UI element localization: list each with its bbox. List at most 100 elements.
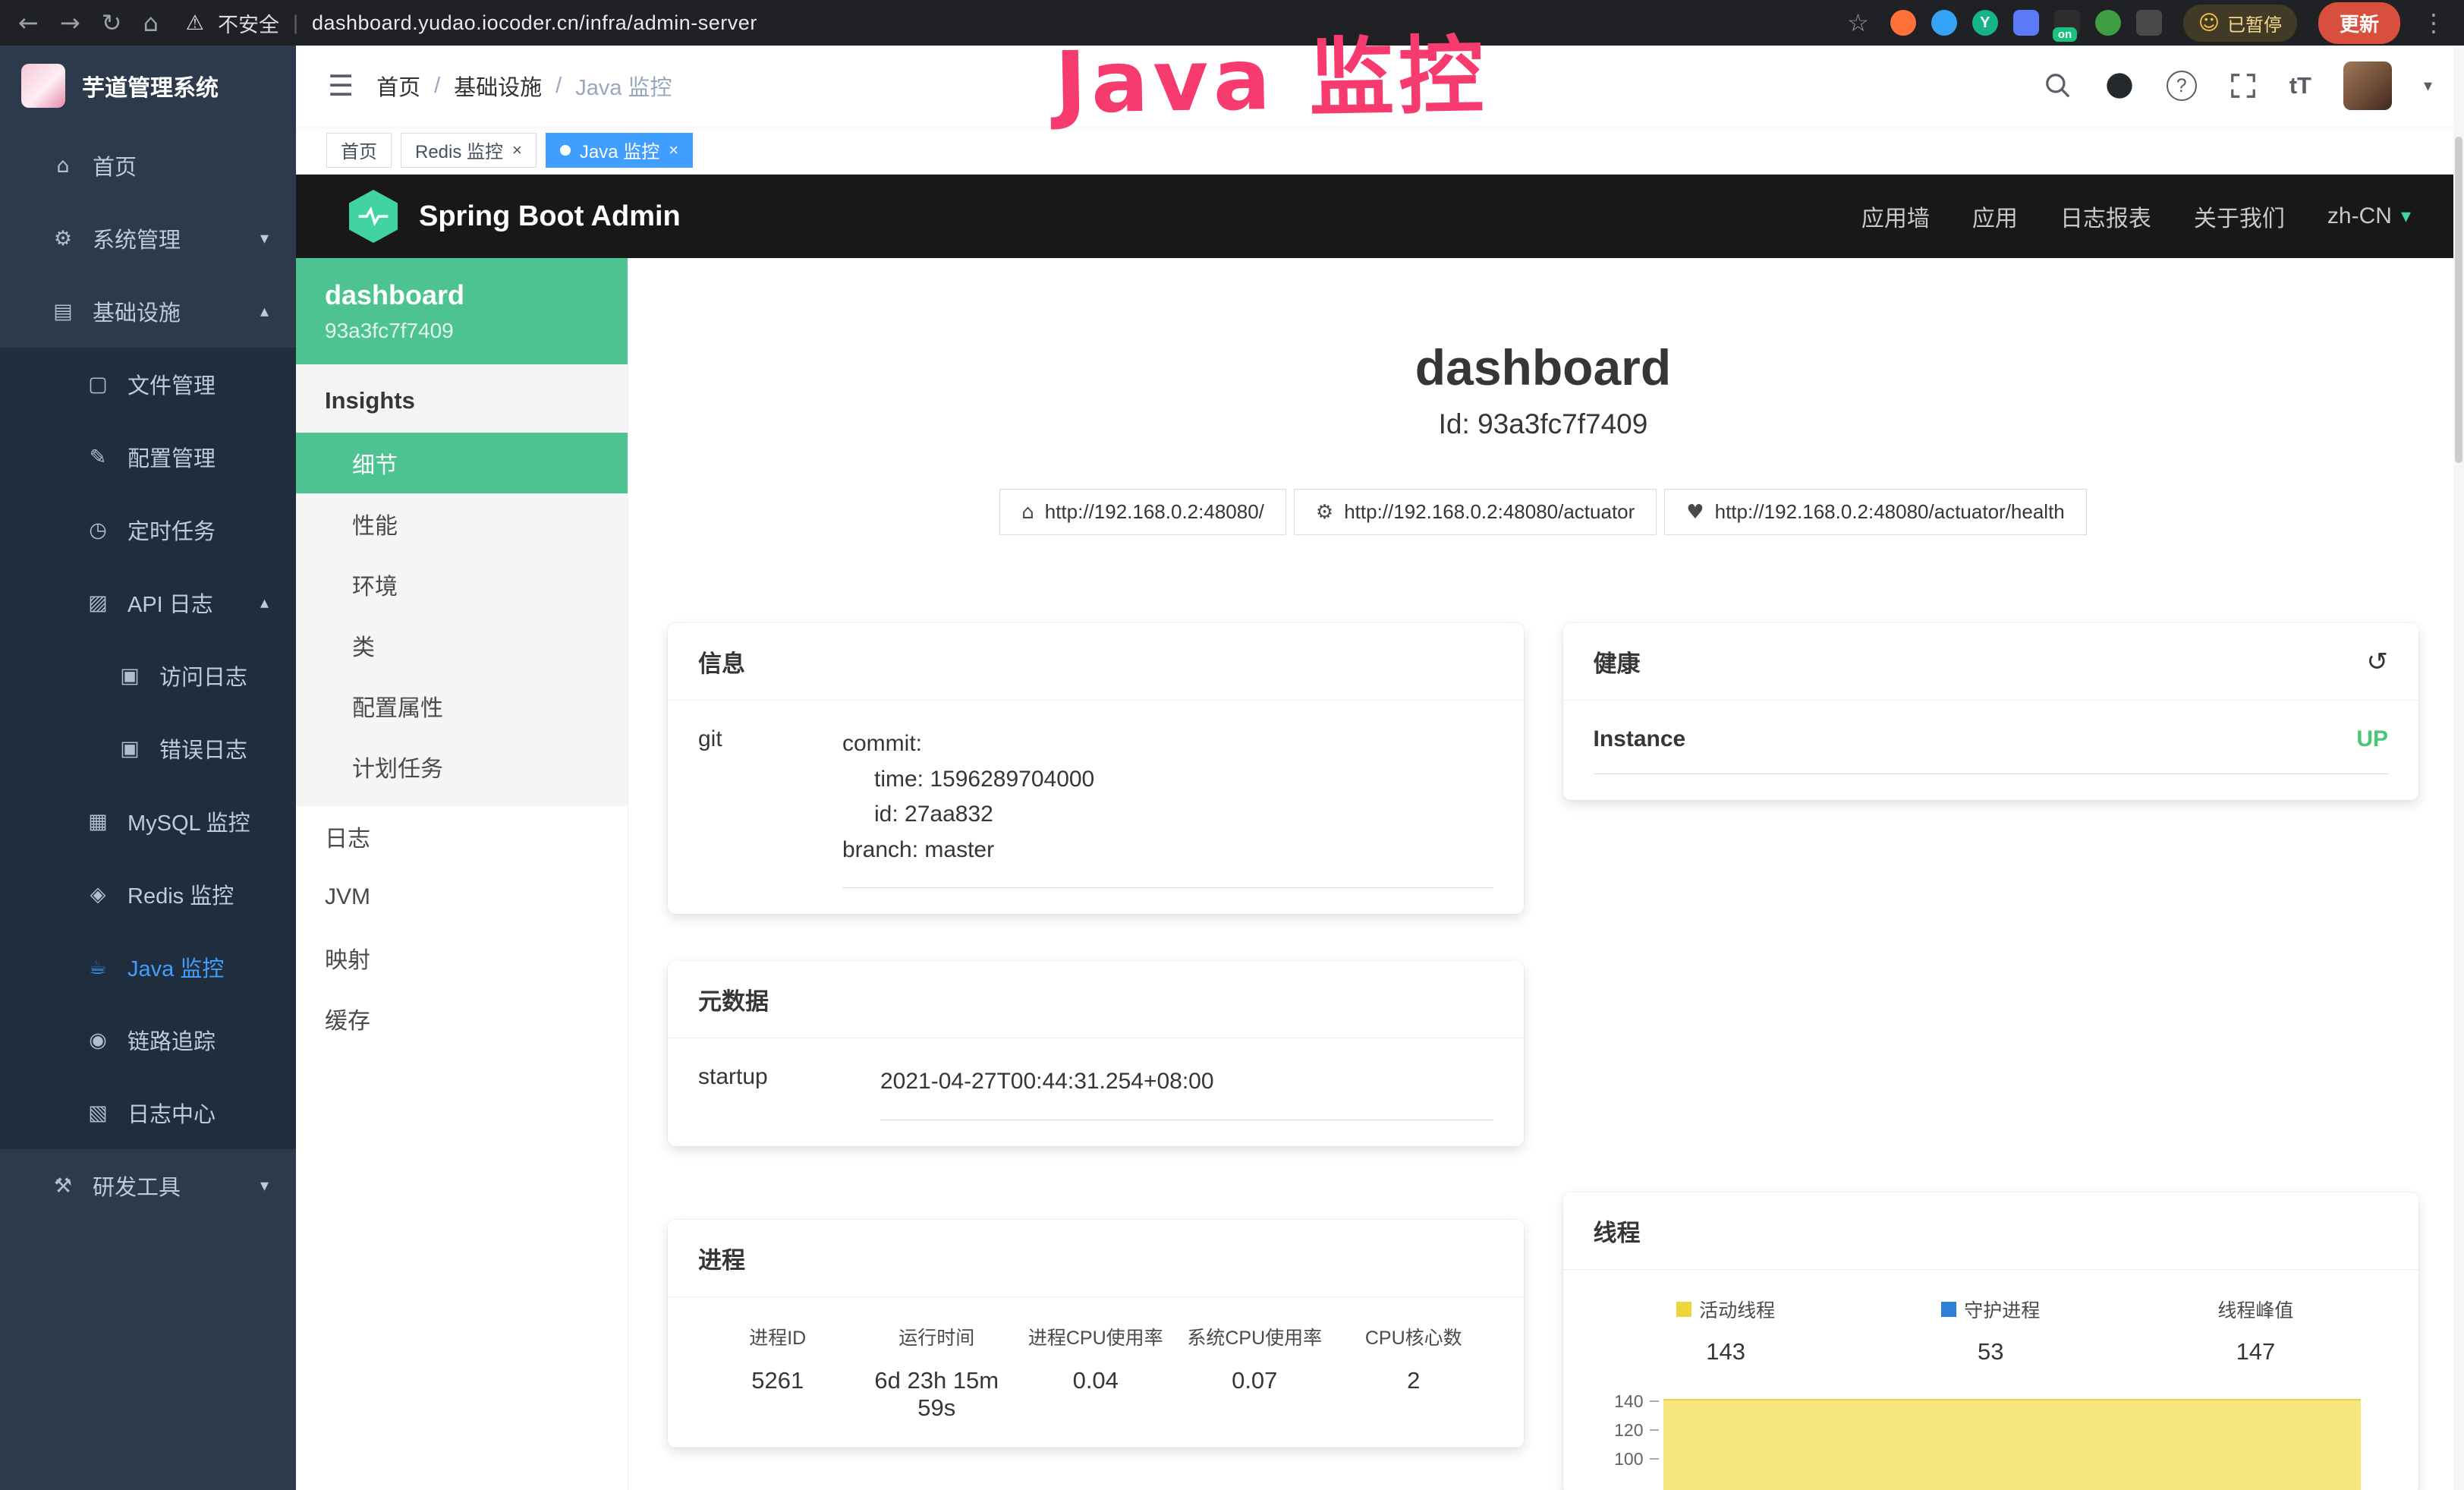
sba-item-jvm[interactable]: JVM <box>296 867 628 928</box>
user-avatar[interactable] <box>2343 61 2392 110</box>
breadcrumb-infrastructure[interactable]: 基础设施 <box>454 70 542 102</box>
sidebar-item-label: 文件管理 <box>127 368 216 400</box>
git-id-line: id: 27aa832 <box>842 797 1493 833</box>
sba-item-scheduled-tasks[interactable]: 计划任务 <box>296 736 628 797</box>
breadcrumb-separator: / <box>555 74 562 99</box>
sba-item-metrics[interactable]: 性能 <box>296 493 628 554</box>
sidebar-item-infrastructure[interactable]: ▤ 基础设施 ▴ <box>0 275 296 348</box>
bookmark-star-icon[interactable]: ☆ <box>1847 8 1869 37</box>
actuator-url-link[interactable]: ⚙ http://192.168.0.2:48080/actuator <box>1294 489 1657 535</box>
sidebar-item-trace[interactable]: ◉ 链路追踪 <box>0 1003 296 1076</box>
close-icon[interactable]: × <box>512 140 522 160</box>
sba-item-configprops[interactable]: 配置属性 <box>296 676 628 736</box>
git-commit-line: commit: <box>842 726 1493 762</box>
threads-card-body: 活动线程 143 守护进程 <box>1563 1270 2419 1490</box>
help-icon[interactable]: ? <box>2167 71 2197 101</box>
sidebar-item-access-logs[interactable]: ▣ 访问日志 <box>0 639 296 712</box>
sba-item-environment[interactable]: 环境 <box>296 554 628 615</box>
sba-item-mappings[interactable]: 映射 <box>296 928 628 988</box>
chrome-home-icon[interactable]: ⌂ <box>143 8 158 37</box>
app-logo-bar[interactable]: 芋道管理系统 <box>0 46 296 126</box>
card-title: 线程 <box>1594 1214 1641 1248</box>
admin-sidebar: 芋道管理系统 ⌂ 首页 ⚙ 系统管理 ▾ ▤ 基础设施 ▴ ▢ 文件管理 ✎ <box>0 46 296 1490</box>
profile-chip[interactable]: ☺ 已暂停 <box>2183 5 2297 42</box>
forward-icon[interactable]: → <box>60 8 80 37</box>
close-icon[interactable]: × <box>669 140 678 160</box>
browser-menu-icon[interactable]: ⋮ <box>2422 8 2446 37</box>
history-icon[interactable]: ↺ <box>2367 647 2389 677</box>
update-button[interactable]: 更新 <box>2318 2 2400 44</box>
main-region: ☰ 首页 / 基础设施 / Java 监控 ? tT <box>296 46 2464 1490</box>
smiley-icon: ☺ <box>2198 11 2220 35</box>
health-card: 健康 ↺ Instance UP <box>1563 623 2419 800</box>
extension-blue-icon[interactable] <box>1931 10 1957 36</box>
sidebar-item-scheduled-tasks[interactable]: ◷ 定时任务 <box>0 493 296 566</box>
extension-puzzle-icon[interactable] <box>2136 10 2162 36</box>
sidebar-item-config-management[interactable]: ✎ 配置管理 <box>0 421 296 493</box>
sidebar-item-label: API 日志 <box>127 587 213 619</box>
sba-body: dashboard 93a3fc7f7409 Insights 细节 性能 环境… <box>296 258 2464 1490</box>
warning-icon: ⚠ <box>186 11 204 35</box>
fullscreen-icon[interactable] <box>2229 71 2258 100</box>
service-url-link[interactable]: ⌂ http://192.168.0.2:48080/ <box>999 489 1286 535</box>
github-icon[interactable] <box>2104 71 2135 101</box>
health-url-link[interactable]: ♥ http://192.168.0.2:48080/actuator/heal… <box>1664 489 2086 535</box>
sidebar-item-error-logs[interactable]: ▣ 错误日志 <box>0 712 296 785</box>
sba-brand[interactable]: Spring Boot Admin <box>419 200 681 233</box>
sidebar-item-file-management[interactable]: ▢ 文件管理 <box>0 348 296 421</box>
wrench-icon: ⚙ <box>1316 501 1333 524</box>
reload-icon[interactable]: ↻ <box>102 8 122 37</box>
cell-value: 6d 23h 15m 59s <box>858 1367 1017 1422</box>
extension-on-icon[interactable]: on <box>2054 10 2080 36</box>
instance-header[interactable]: dashboard 93a3fc7f7409 <box>296 258 628 364</box>
process-col-uptime: 运行时间 6d 23h 15m 59s <box>858 1323 1017 1422</box>
font-size-icon[interactable]: tT <box>2289 72 2311 99</box>
sidebar-item-log-center[interactable]: ▧ 日志中心 <box>0 1076 296 1149</box>
legend-blue-swatch <box>1941 1302 1956 1317</box>
sba-nav-journal[interactable]: 日志报表 <box>2060 200 2151 233</box>
health-instance-row[interactable]: Instance UP <box>1594 726 2389 774</box>
search-icon[interactable] <box>2044 71 2072 100</box>
sidebar-item-dev-tools[interactable]: ⚒ 研发工具 ▾ <box>0 1149 296 1222</box>
tag-java-monitor[interactable]: Java 监控 × <box>546 133 693 168</box>
health-card-header: 健康 ↺ <box>1563 623 2419 701</box>
instance-label: Instance <box>1594 726 1686 752</box>
sba-nav-wall[interactable]: 应用墙 <box>1861 200 1930 233</box>
security-label[interactable]: 不安全 <box>218 8 279 38</box>
back-icon[interactable]: ← <box>18 8 39 37</box>
admin-menu: ⌂ 首页 ⚙ 系统管理 ▾ ▤ 基础设施 ▴ ▢ 文件管理 ✎ 配置管理 <box>0 129 296 1222</box>
sba-logo-icon[interactable] <box>349 190 398 243</box>
tag-home[interactable]: 首页 <box>326 133 392 168</box>
sidebar-item-home[interactable]: ⌂ 首页 <box>0 129 296 202</box>
sidebar-item-mysql-monitor[interactable]: ▦ MySQL 监控 <box>0 785 296 858</box>
sba-nav-about[interactable]: 关于我们 <box>2194 200 2285 233</box>
address-bar[interactable]: ⚠ 不安全 | dashboard.yudao.iocoder.cn/infra… <box>186 8 1826 38</box>
sidebar-item-system-management[interactable]: ⚙ 系统管理 ▾ <box>0 202 296 275</box>
avatar-caret-icon[interactable]: ▾ <box>2424 77 2432 96</box>
sba-item-details[interactable]: 细节 <box>296 433 628 493</box>
sidebar-item-java-monitor[interactable]: ☕ Java 监控 <box>0 931 296 1003</box>
y-tick-label: 120 <box>1614 1420 1643 1441</box>
link-label: http://192.168.0.2:48080/actuator/health <box>1715 500 2065 524</box>
sba-nav-applications[interactable]: 应用 <box>1972 200 2018 233</box>
extension-leaf-icon[interactable] <box>2095 10 2121 36</box>
sba-item-caches[interactable]: 缓存 <box>296 988 628 1049</box>
legend-peak-threads: 线程峰值 147 <box>2123 1296 2388 1366</box>
url-text[interactable]: dashboard.yudao.iocoder.cn/infra/admin-s… <box>312 11 757 35</box>
instance-id-line: Id: 93a3fc7f7409 <box>668 408 2418 440</box>
sidebar-item-redis-monitor[interactable]: ◈ Redis 监控 <box>0 858 296 931</box>
mysql-icon: ▦ <box>83 810 112 833</box>
sba-language-select[interactable]: zh-CN ▾ <box>2327 203 2411 229</box>
sba-item-logs[interactable]: 日志 <box>296 806 628 867</box>
sidebar-item-api-logs[interactable]: ▨ API 日志 ▴ <box>0 566 296 639</box>
extension-green-icon[interactable]: Y <box>1972 10 1998 36</box>
sba-item-classes[interactable]: 类 <box>296 615 628 676</box>
extension-orange-icon[interactable] <box>1890 10 1916 36</box>
scrollbar-thumb[interactable] <box>2455 137 2462 463</box>
hamburger-icon[interactable]: ☰ <box>328 69 354 102</box>
tag-redis-monitor[interactable]: Redis 监控 × <box>401 133 537 168</box>
scrollbar-track[interactable] <box>2453 46 2464 1490</box>
breadcrumb-home[interactable]: 首页 <box>376 70 420 102</box>
info-value-git: commit: time: 1596289704000 id: 27aa832 … <box>842 726 1493 888</box>
extension-grid-icon[interactable] <box>2013 10 2039 36</box>
